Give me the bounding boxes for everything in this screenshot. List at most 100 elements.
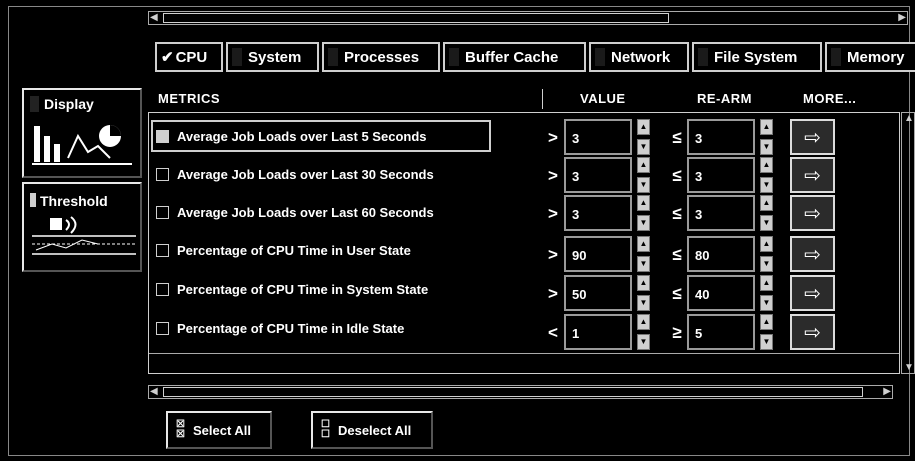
scroll-left-icon[interactable]: ◀ <box>150 386 158 397</box>
tab-cpu[interactable]: ✔ CPU <box>155 42 223 72</box>
spin-up-icon[interactable]: ▲ <box>760 157 773 173</box>
list-item[interactable]: Percentage of CPU Time in User State <box>156 237 411 263</box>
list-item[interactable]: Percentage of CPU Time in System State <box>156 276 428 302</box>
spin-down-icon[interactable]: ▼ <box>760 215 773 231</box>
tab-system[interactable]: System <box>226 42 319 72</box>
more-button[interactable]: ⇨ <box>790 195 835 231</box>
spin-up-icon[interactable]: ▲ <box>760 275 773 291</box>
rearm-stepper[interactable]: ▲ ▼ <box>760 236 773 272</box>
select-all-button[interactable]: ☒ ☒ Select All <box>166 411 272 449</box>
value-field[interactable]: 3 <box>564 119 632 155</box>
value-field[interactable]: 90 <box>564 236 632 272</box>
value-stepper[interactable]: ▲ ▼ <box>637 236 650 272</box>
row-checkbox[interactable] <box>156 282 169 296</box>
spin-down-icon[interactable]: ▼ <box>637 215 650 231</box>
spin-up-icon[interactable]: ▲ <box>637 119 650 135</box>
row-checkbox[interactable] <box>156 321 169 335</box>
more-button[interactable]: ⇨ <box>790 157 835 193</box>
rearm-stepper[interactable]: ▲ ▼ <box>760 314 773 350</box>
threshold-button[interactable]: Threshold <box>22 182 142 272</box>
value-field[interactable]: 3 <box>564 195 632 231</box>
spin-down-icon[interactable]: ▼ <box>760 177 773 193</box>
value-operator: > <box>548 128 558 147</box>
chart-icon <box>32 125 132 165</box>
list-item[interactable]: Average Job Loads over Last 5 Seconds <box>156 123 427 149</box>
spin-down-icon[interactable]: ▼ <box>760 256 773 272</box>
spin-up-icon[interactable]: ▲ <box>760 119 773 135</box>
right-arrow-icon: ⇨ <box>804 202 821 225</box>
more-button[interactable]: ⇨ <box>790 314 835 350</box>
spin-up-icon[interactable]: ▲ <box>637 314 650 330</box>
list-scrollbar[interactable]: ◀ ▶ <box>148 385 893 399</box>
spin-up-icon[interactable]: ▲ <box>760 236 773 252</box>
spin-down-icon[interactable]: ▼ <box>637 295 650 311</box>
vertical-scrollbar[interactable]: ▲ ▼ <box>901 112 915 374</box>
scroll-right-icon[interactable]: ▶ <box>883 386 891 397</box>
value-field[interactable]: 1 <box>564 314 632 350</box>
right-arrow-icon: ⇨ <box>804 282 821 305</box>
scroll-down-icon[interactable]: ▼ <box>904 362 914 373</box>
value-header: VALUE <box>580 91 626 106</box>
scroll-right-icon[interactable]: ▶ <box>898 12 906 23</box>
right-arrow-icon: ⇨ <box>804 321 821 344</box>
more-button[interactable]: ⇨ <box>790 275 835 311</box>
tab-file-system[interactable]: File System <box>692 42 822 72</box>
spin-down-icon[interactable]: ▼ <box>760 295 773 311</box>
spin-up-icon[interactable]: ▲ <box>760 314 773 330</box>
spin-up-icon[interactable]: ▲ <box>637 236 650 252</box>
spin-down-icon[interactable]: ▼ <box>637 256 650 272</box>
rearm-field[interactable]: 80 <box>687 236 755 272</box>
value-field[interactable]: 50 <box>564 275 632 311</box>
spin-down-icon[interactable]: ▼ <box>637 139 650 155</box>
rearm-stepper[interactable]: ▲ ▼ <box>760 275 773 311</box>
spin-down-icon[interactable]: ▼ <box>760 334 773 350</box>
spin-down-icon[interactable]: ▼ <box>637 334 650 350</box>
spin-up-icon[interactable]: ▲ <box>760 195 773 211</box>
value-field[interactable]: 3 <box>564 157 632 193</box>
list-item[interactable]: Average Job Loads over Last 60 Seconds <box>156 199 434 225</box>
spin-up-icon[interactable]: ▲ <box>637 195 650 211</box>
tab-network[interactable]: Network <box>589 42 689 72</box>
rearm-stepper[interactable]: ▲ ▼ <box>760 195 773 231</box>
row-checkbox[interactable] <box>156 167 169 181</box>
value-stepper[interactable]: ▲ ▼ <box>637 119 650 155</box>
value-stepper[interactable]: ▲ ▼ <box>637 195 650 231</box>
tab-processes[interactable]: Processes <box>322 42 440 72</box>
tab-scrollbar-thumb[interactable] <box>163 13 669 23</box>
rearm-operator: ≤ <box>672 166 682 185</box>
rearm-field[interactable]: 3 <box>687 119 755 155</box>
tab-buffer-cache[interactable]: Buffer Cache <box>443 42 586 72</box>
rearm-field[interactable]: 3 <box>687 195 755 231</box>
tab-scrollbar[interactable]: ◀ ▶ <box>148 11 908 25</box>
value-stepper[interactable]: ▲ ▼ <box>637 314 650 350</box>
row-checkbox[interactable] <box>156 205 169 219</box>
list-scrollbar-thumb[interactable] <box>163 387 863 397</box>
spin-down-icon[interactable]: ▼ <box>760 139 773 155</box>
more-button[interactable]: ⇨ <box>790 119 835 155</box>
display-indicator <box>30 96 39 112</box>
row-checkbox[interactable] <box>156 243 169 257</box>
rearm-field[interactable]: 5 <box>687 314 755 350</box>
scroll-left-icon[interactable]: ◀ <box>150 12 158 23</box>
rearm-field[interactable]: 40 <box>687 275 755 311</box>
value-stepper[interactable]: ▲ ▼ <box>637 275 650 311</box>
scroll-up-icon[interactable]: ▲ <box>904 113 914 124</box>
spin-up-icon[interactable]: ▲ <box>637 157 650 173</box>
deselect-all-button[interactable]: ☐ ☐ Deselect All <box>311 411 433 449</box>
rearm-stepper[interactable]: ▲ ▼ <box>760 119 773 155</box>
spin-up-icon[interactable]: ▲ <box>637 275 650 291</box>
list-item[interactable]: Percentage of CPU Time in Idle State <box>156 315 404 341</box>
tab-indicator <box>831 48 841 66</box>
rearm-operator: ≤ <box>672 245 682 264</box>
rearm-field[interactable]: 3 <box>687 157 755 193</box>
right-arrow-icon: ⇨ <box>804 164 821 187</box>
spin-down-icon[interactable]: ▼ <box>637 177 650 193</box>
display-button[interactable]: Display <box>22 88 142 178</box>
rearm-stepper[interactable]: ▲ ▼ <box>760 157 773 193</box>
more-button[interactable]: ⇨ <box>790 236 835 272</box>
tab-memory[interactable]: Memory <box>825 42 915 72</box>
row-checkbox[interactable] <box>156 129 169 143</box>
right-arrow-icon: ⇨ <box>804 126 821 149</box>
list-item[interactable]: Average Job Loads over Last 30 Seconds <box>156 161 434 187</box>
value-stepper[interactable]: ▲ ▼ <box>637 157 650 193</box>
